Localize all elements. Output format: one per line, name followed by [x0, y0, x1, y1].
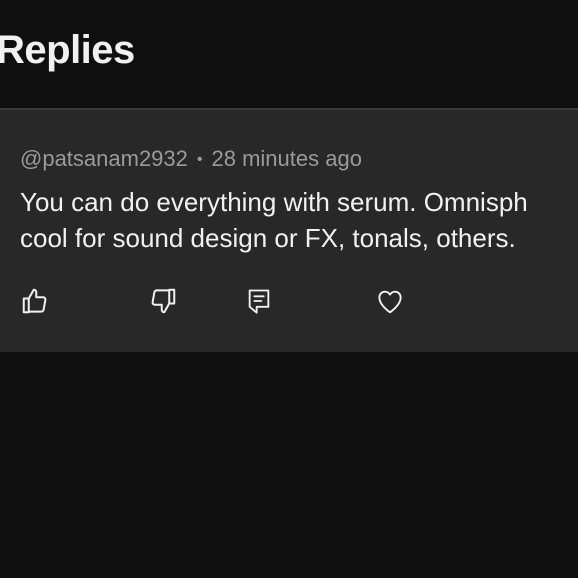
replies-header: Replies [0, 28, 135, 88]
reply-comment-icon [248, 289, 270, 314]
like-button[interactable] [18, 284, 52, 318]
reply-timestamp: 28 minutes ago [211, 146, 362, 171]
reply-card: @patsanam2932 • 28 minutes ago You can do … [0, 110, 578, 352]
heart-button[interactable] [373, 284, 407, 318]
reply-text: You can do everything with serum. Omnisp… [20, 184, 578, 256]
reply-button[interactable] [242, 284, 276, 318]
reply-text-line-1: You can do everything with serum. Omnisp… [20, 187, 528, 217]
reply-text-line-2: cool for sound design or FX, tonals, oth… [20, 223, 516, 253]
reply-author[interactable]: @patsanam2932 [20, 146, 188, 171]
thumbs-down-icon [151, 288, 176, 314]
heart-icon [378, 290, 402, 314]
thumbs-up-icon [22, 288, 47, 314]
page-title: Replies [0, 28, 135, 72]
dislike-button[interactable] [146, 284, 180, 318]
meta-separator: • [196, 151, 203, 168]
replies-page: Replies @patsanam2932 • 28 minutes ago You… [0, 0, 578, 578]
reply-meta: @patsanam2932 • 28 minutes ago [20, 146, 362, 172]
